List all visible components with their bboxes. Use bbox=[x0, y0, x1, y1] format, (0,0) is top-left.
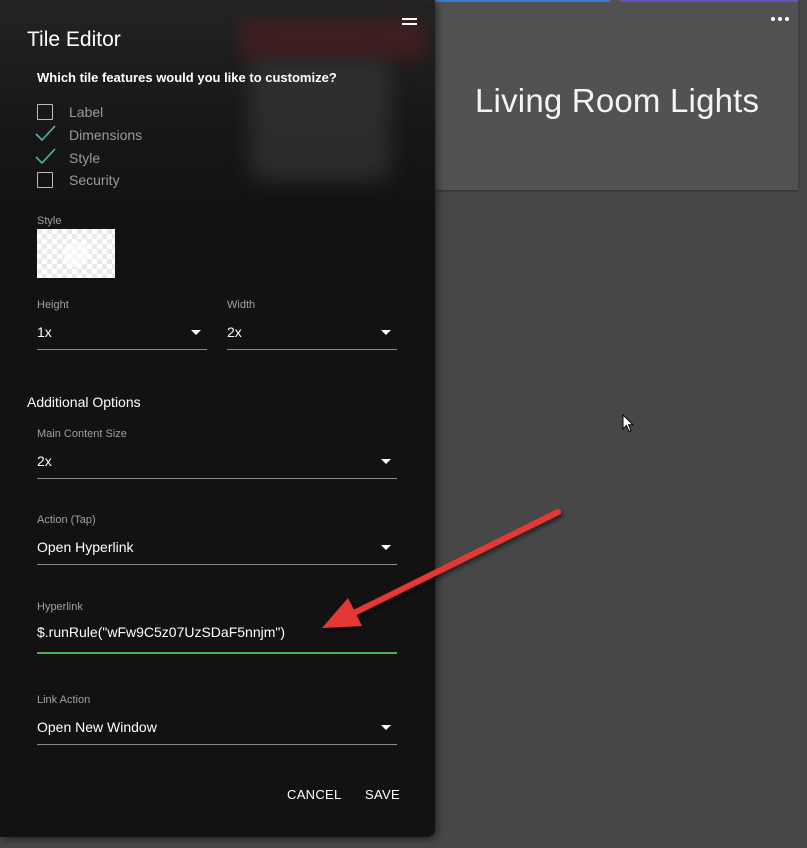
feature-checkbox-dimensions[interactable]: Dimensions bbox=[35, 125, 143, 145]
hyperlink-input[interactable]: $.runRule("wFw9C5z07UzSDaF5nnjm") bbox=[37, 616, 397, 654]
style-swatch[interactable] bbox=[37, 229, 115, 278]
tile-accent-stripe-2 bbox=[620, 0, 798, 2]
style-preview-icon bbox=[63, 241, 89, 267]
height-value: 1x bbox=[37, 324, 52, 340]
feature-checkbox-security[interactable]: Security bbox=[37, 170, 120, 190]
main-content-size-value: 2x bbox=[37, 453, 52, 469]
checkmark-icon[interactable] bbox=[35, 148, 56, 166]
save-button[interactable]: SAVE bbox=[365, 787, 400, 802]
feature-label: Dimensions bbox=[69, 127, 143, 143]
feature-checkbox-label[interactable]: Label bbox=[37, 102, 103, 122]
action-label: Action (Tap) bbox=[37, 514, 96, 526]
more-horizontal-icon[interactable] bbox=[770, 14, 790, 24]
features-question: Which tile features would you like to cu… bbox=[37, 70, 337, 85]
additional-options-heading: Additional Options bbox=[27, 394, 141, 410]
mouse-cursor-icon bbox=[622, 414, 634, 433]
link-action-select[interactable]: Open New Window bbox=[37, 715, 397, 745]
feature-checkbox-style[interactable]: Style bbox=[35, 148, 101, 168]
cancel-button[interactable]: CANCEL bbox=[287, 787, 342, 802]
dropdown-caret-icon bbox=[191, 330, 201, 335]
height-select[interactable]: 1x bbox=[37, 320, 207, 350]
tile-accent-stripe bbox=[435, 0, 610, 2]
panel-title: Tile Editor bbox=[27, 28, 121, 51]
height-label: Height bbox=[37, 299, 69, 311]
hyperlink-value: $.runRule("wFw9C5z07UzSDaF5nnjm") bbox=[37, 624, 286, 640]
width-label: Width bbox=[227, 299, 256, 311]
width-select[interactable]: 2x bbox=[227, 320, 397, 350]
width-value: 2x bbox=[227, 324, 242, 340]
feature-label: Label bbox=[69, 104, 104, 120]
drag-handle-icon[interactable] bbox=[402, 18, 417, 26]
action-select[interactable]: Open Hyperlink bbox=[37, 535, 397, 565]
style-label: Style bbox=[37, 215, 62, 227]
link-action-value: Open New Window bbox=[37, 719, 157, 735]
checkmark-icon[interactable] bbox=[35, 125, 56, 143]
feature-label: Security bbox=[69, 172, 120, 188]
dropdown-caret-icon bbox=[381, 725, 391, 730]
tile-editor-panel: Tile Editor Which tile features would yo… bbox=[0, 0, 435, 837]
action-value: Open Hyperlink bbox=[37, 539, 134, 555]
checkbox-unchecked-icon[interactable] bbox=[37, 104, 53, 120]
main-content-size-label: Main Content Size bbox=[37, 428, 127, 440]
link-action-label: Link Action bbox=[37, 694, 91, 706]
main-content-size-select[interactable]: 2x bbox=[37, 449, 397, 479]
checkbox-unchecked-icon[interactable] bbox=[37, 172, 53, 188]
feature-label: Style bbox=[69, 150, 101, 166]
tile-title: Living Room Lights bbox=[475, 82, 760, 119]
dropdown-caret-icon bbox=[381, 330, 391, 335]
hyperlink-label: Hyperlink bbox=[37, 601, 83, 613]
dropdown-caret-icon bbox=[381, 545, 391, 550]
dropdown-caret-icon bbox=[381, 459, 391, 464]
